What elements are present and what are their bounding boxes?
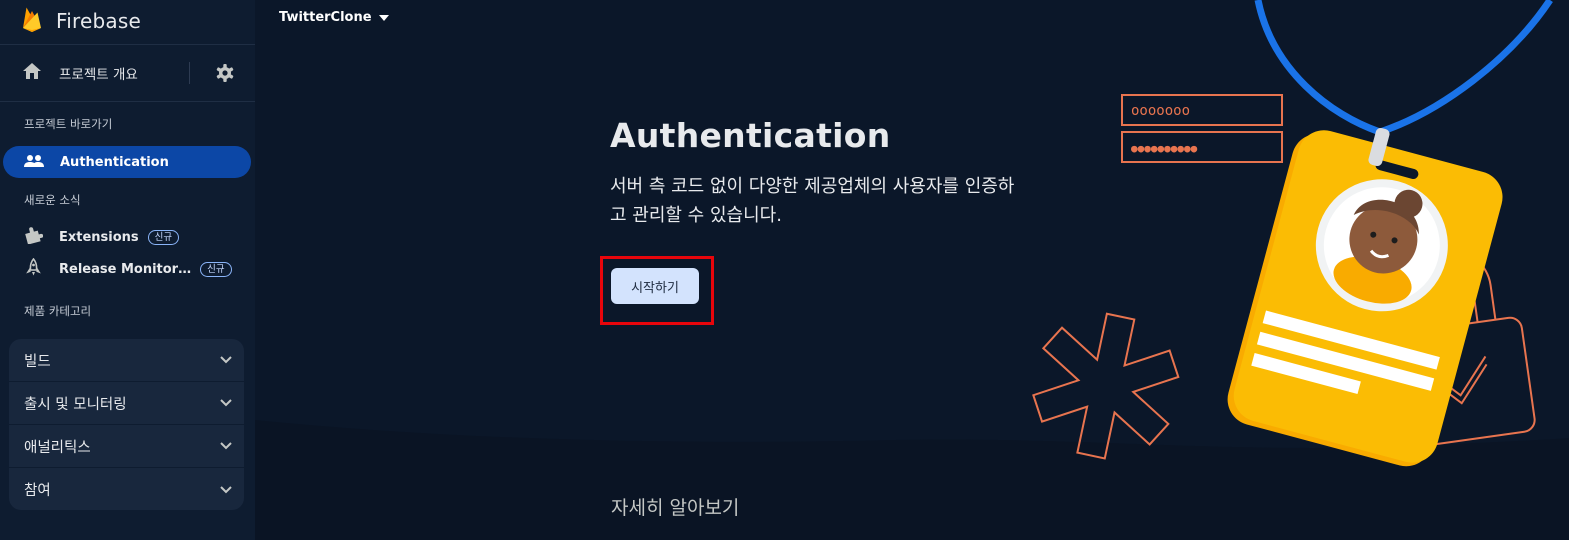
sidebar-item-label: Extensions [59, 229, 139, 245]
project-selector[interactable]: TwitterClone [279, 10, 389, 25]
caret-down-icon [378, 10, 389, 25]
category-analytics[interactable]: 애널리틱스 [9, 425, 244, 468]
lanyard-strap [1254, 0, 1553, 136]
rocket-icon [24, 257, 43, 281]
product-categories: 빌드 출시 및 모니터링 애널리틱스 참여 [9, 339, 244, 510]
page-description: 서버 측 코드 없이 다양한 제공업체의 사용자를 인증하고 관리할 수 있습니… [610, 176, 1015, 226]
category-label: 빌드 [24, 353, 51, 370]
category-release-monitor[interactable]: 출시 및 모니터링 [9, 382, 244, 425]
sidebar-item-label: Release Monitor… [59, 261, 192, 277]
project-overview-link[interactable]: 프로젝트 개요 [22, 60, 242, 86]
auth-illustration: ooooooo ●●●●●●●●●● [1032, 0, 1553, 467]
category-build[interactable]: 빌드 [9, 339, 244, 382]
asterisk-outline [1032, 312, 1180, 460]
extensions-icon [24, 226, 44, 248]
learn-more-heading: 자세히 알아보기 [611, 497, 740, 519]
sidebar-item-extensions[interactable]: Extensions 신규 [24, 225, 180, 249]
get-started-button[interactable]: 시작하기 [611, 268, 699, 304]
chevron-down-icon [220, 395, 232, 411]
firebase-brand[interactable]: Firebase [22, 6, 141, 36]
password-dots: ●●●●●●●●●● [1131, 142, 1198, 155]
divider [0, 44, 255, 45]
project-name: TwitterClone [279, 10, 372, 25]
sidebar-item-label: Authentication [60, 154, 169, 170]
sidebar: Firebase 프로젝트 개요 프로젝트 바로가기 Authenticatio… [0, 0, 255, 540]
project-overview-label: 프로젝트 개요 [59, 67, 138, 83]
category-label: 애널리틱스 [24, 439, 91, 456]
category-label: 출시 및 모니터링 [24, 396, 127, 413]
home-icon [22, 62, 42, 84]
chevron-down-icon [220, 438, 232, 454]
whats-new-section-label: 새로운 소식 [24, 193, 81, 207]
page-title: Authentication [610, 116, 891, 155]
divider [0, 101, 255, 102]
brand-name: Firebase [56, 9, 141, 33]
sidebar-item-authentication[interactable]: Authentication [3, 146, 251, 178]
shortcuts-section-label: 프로젝트 바로가기 [24, 117, 113, 131]
new-badge: 신규 [147, 229, 180, 245]
id-badge-card [1227, 130, 1503, 467]
chevron-down-icon [220, 482, 232, 498]
username-dots: ooooooo [1131, 103, 1190, 119]
sidebar-item-release-monitor[interactable]: Release Monitor… 신규 [24, 257, 232, 281]
settings-gear-icon[interactable] [215, 63, 235, 87]
separator [189, 62, 190, 84]
categories-section-label: 제품 카테고리 [24, 304, 92, 318]
firebase-logo-icon [22, 6, 42, 36]
category-label: 참여 [24, 483, 51, 499]
people-icon [24, 153, 44, 172]
category-engage[interactable]: 참여 [9, 468, 244, 510]
chevron-down-icon [220, 352, 232, 368]
new-badge: 신규 [200, 261, 232, 277]
